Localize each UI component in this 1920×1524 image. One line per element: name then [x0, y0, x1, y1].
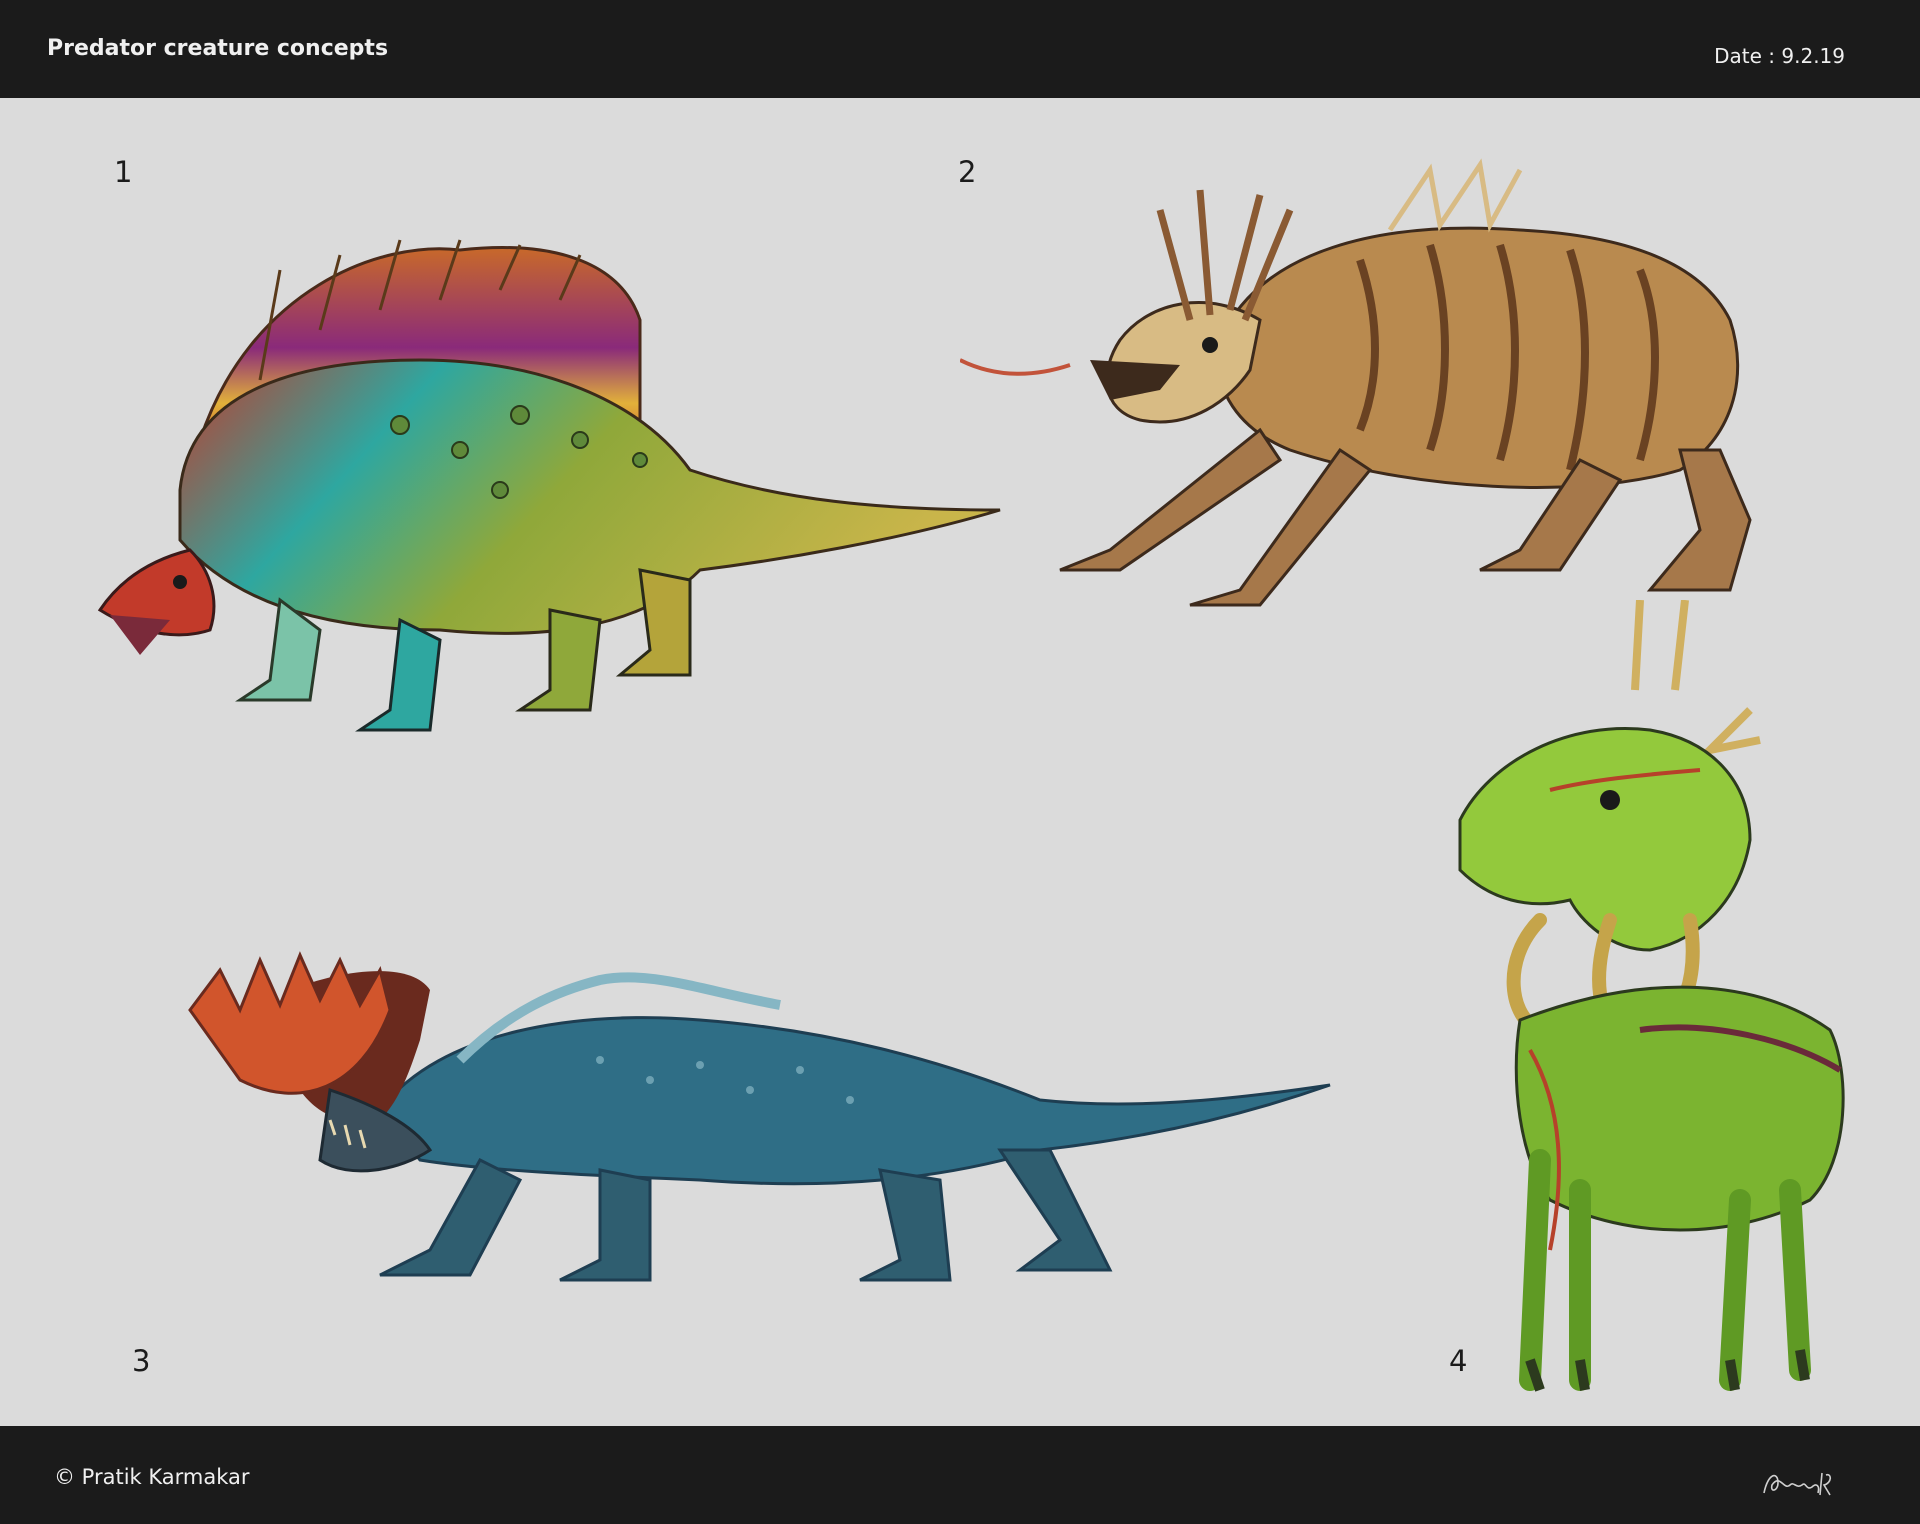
sheet-title: Predator creature concepts — [47, 36, 389, 61]
footer-bar: © Pratik Karmakar — [0, 1426, 1920, 1524]
creature-1-illustration — [97, 239, 1001, 732]
artist-signature — [1763, 1472, 1832, 1496]
sheet-date: Date : 9.2.19 — [1714, 44, 1845, 68]
concept-sheet: Predator creature concepts Date : 9.2.19… — [0, 0, 1920, 1524]
concept-number-1: 1 — [114, 155, 133, 189]
creature-4-illustration — [1458, 600, 1845, 1392]
creature-2-illustration — [960, 158, 1752, 607]
creature-3-illustration — [188, 951, 1331, 1282]
header-bar: Predator creature concepts Date : 9.2.19 — [0, 0, 1920, 98]
concept-number-3: 3 — [132, 1344, 151, 1378]
copyright-credit: © Pratik Karmakar — [54, 1465, 250, 1489]
